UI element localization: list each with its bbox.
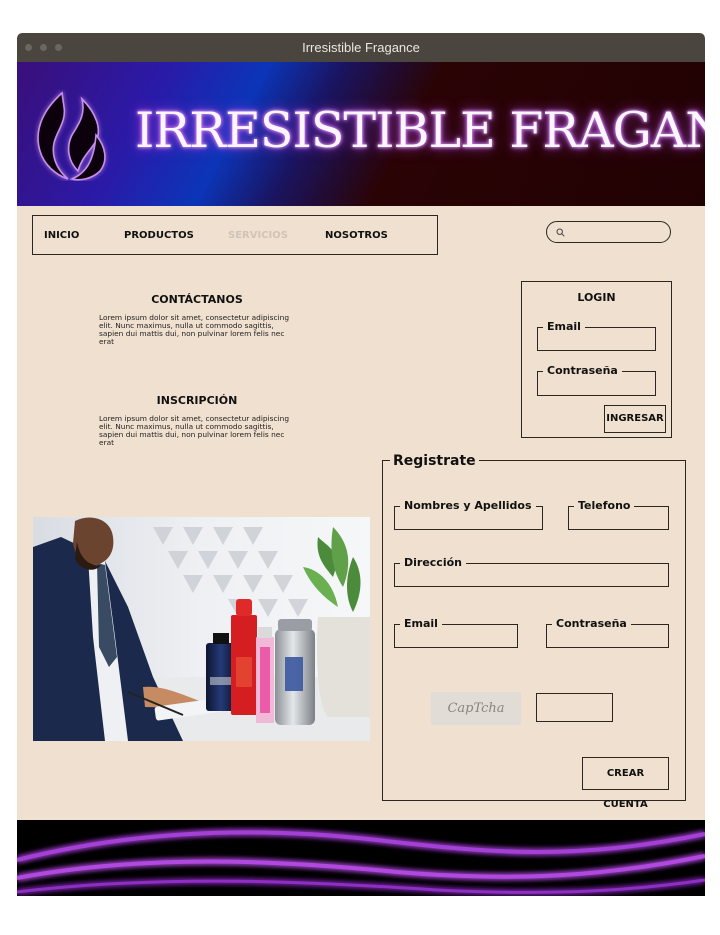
register-panel: Nombres y Apellidos Telefono Dirección E… bbox=[382, 460, 686, 810]
login-title: LOGIN bbox=[577, 291, 616, 304]
register-password-field[interactable]: Contraseña bbox=[546, 617, 669, 648]
inscription-title: INSCRIPCIÓN bbox=[156, 394, 238, 407]
register-phone-label: Telefono bbox=[574, 499, 635, 513]
contact-text-line: erat bbox=[99, 337, 115, 346]
inscription-text: Lorem ipsum dolor sit amet, consectetur … bbox=[99, 415, 297, 447]
login-email-field[interactable]: Email bbox=[537, 320, 656, 351]
register-name-label: Nombres y Apellidos bbox=[400, 499, 536, 513]
footer-neon-banner bbox=[17, 820, 705, 896]
contact-title: CONTÁCTANOS bbox=[151, 293, 243, 306]
register-name-field[interactable]: Nombres y Apellidos bbox=[394, 499, 543, 530]
login-panel: LOGIN Email Contraseña INGRESAR bbox=[521, 281, 672, 438]
brand-name: IRRESISTIBLE FRAGANCE bbox=[135, 102, 705, 159]
login-password-field[interactable]: Contraseña bbox=[537, 364, 656, 396]
captcha-image: CapTcha bbox=[431, 692, 521, 725]
login-password-label: Contraseña bbox=[543, 364, 622, 378]
header-banner: IRRESISTIBLE FRAGANCE bbox=[17, 62, 705, 206]
nav-item-inicio[interactable]: INICIO bbox=[44, 230, 79, 241]
contact-text: Lorem ipsum dolor sit amet, consectetur … bbox=[99, 314, 297, 346]
register-email-field[interactable]: Email bbox=[394, 617, 518, 648]
inscription-text-line: sapien dui mattis dui, non pulvinar lore… bbox=[99, 430, 285, 439]
contact-text-line: sapien dui mattis dui, non pulvinar lore… bbox=[99, 329, 285, 338]
register-address-field[interactable]: Dirección bbox=[394, 556, 669, 587]
crear-cuenta-button[interactable]: CREAR CUENTA bbox=[582, 757, 669, 810]
product-photo bbox=[33, 517, 370, 741]
login-email-label: Email bbox=[543, 320, 585, 334]
flame-logo-icon bbox=[37, 91, 106, 181]
ingresar-button[interactable]: INGRESAR bbox=[604, 405, 666, 433]
register-email-label: Email bbox=[400, 617, 442, 631]
register-title: Registrate bbox=[390, 453, 479, 469]
register-phone-field[interactable]: Telefono bbox=[568, 499, 669, 530]
inscription-text-line: erat bbox=[99, 438, 115, 447]
search-icon bbox=[556, 228, 565, 237]
title-bar: Irresistible Fragance bbox=[17, 33, 705, 62]
captcha-input[interactable] bbox=[536, 693, 613, 722]
register-address-label: Dirección bbox=[400, 556, 466, 570]
browser-window: Irresistible Fragance IRRESISTIBLE FRAGA… bbox=[17, 33, 705, 896]
nav-item-productos[interactable]: PRODUCTOS bbox=[124, 230, 194, 241]
nav-item-servicios[interactable]: SERVICIOS bbox=[228, 230, 288, 241]
register-password-label: Contraseña bbox=[552, 617, 631, 631]
main-nav: INICIO PRODUCTOS SERVICIOS NOSOTROS bbox=[32, 215, 438, 255]
nav-item-nosotros[interactable]: NOSOTROS bbox=[325, 230, 388, 241]
search-input[interactable] bbox=[546, 221, 671, 243]
window-title: Irresistible Fragance bbox=[302, 40, 420, 55]
